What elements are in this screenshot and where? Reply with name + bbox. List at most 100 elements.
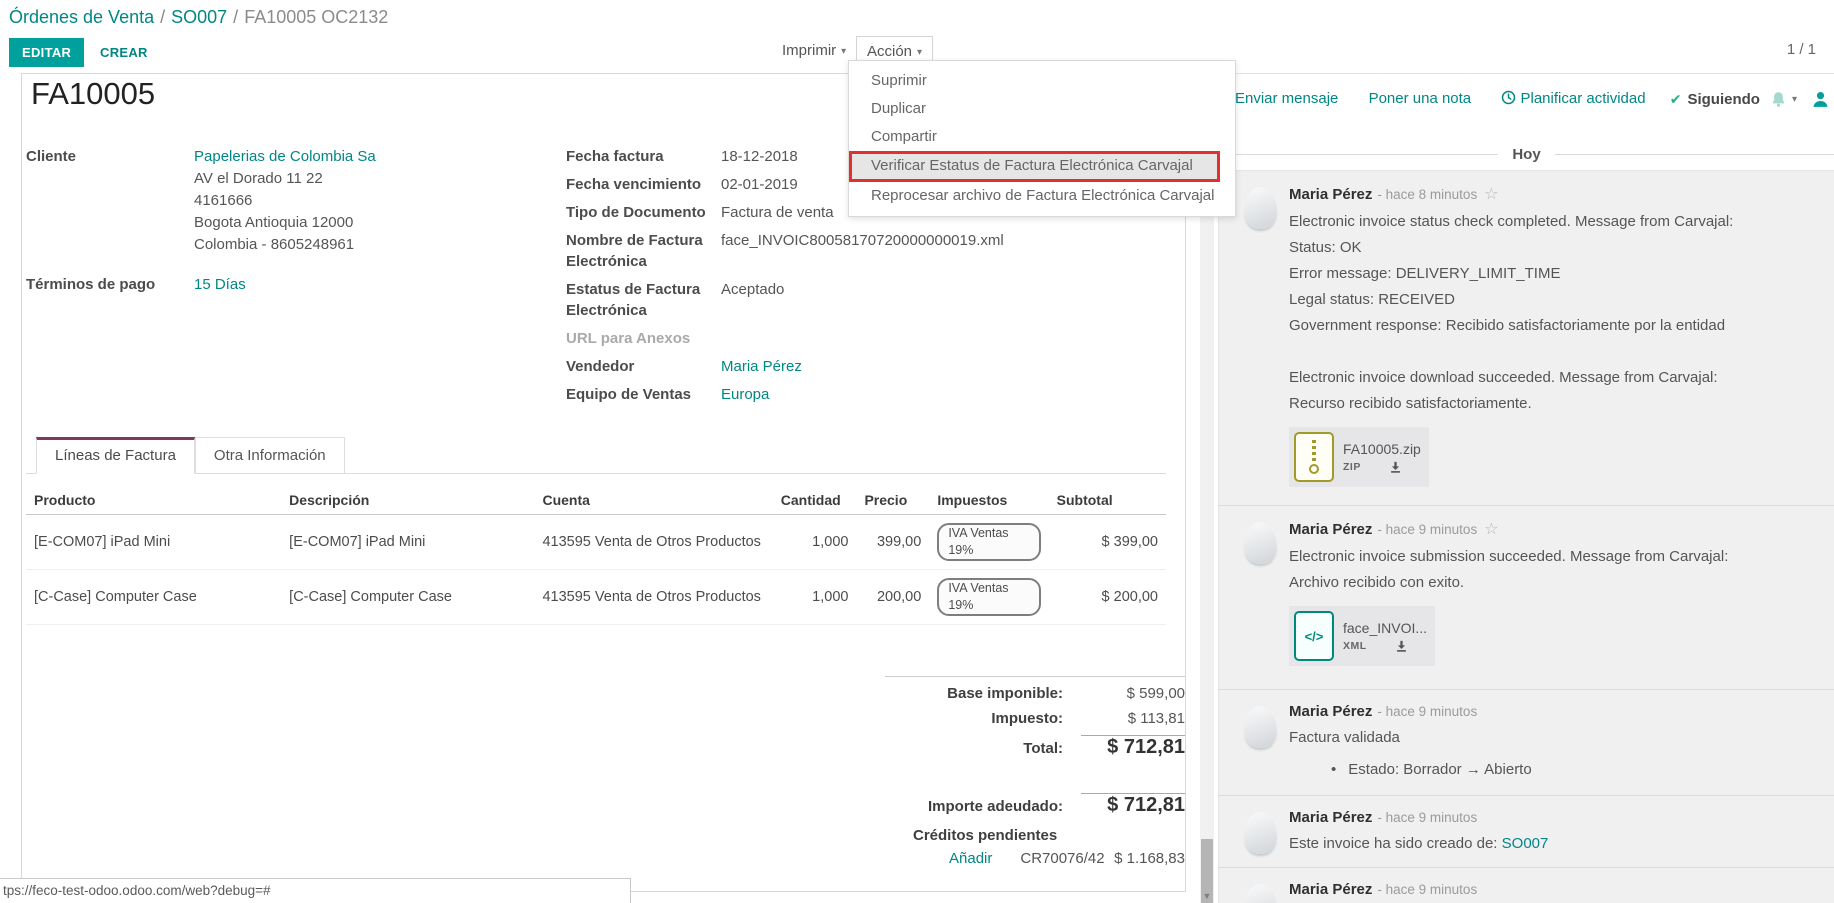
send-message-button[interactable]: Enviar mensaje (1235, 90, 1338, 107)
cell-cantidad: 1,000 (773, 570, 857, 625)
message-author[interactable]: Maria Pérez (1289, 703, 1372, 720)
total-value: $ 712,81 (1081, 735, 1185, 759)
document-type-value: Factura de venta (721, 202, 834, 223)
message-line: Error message: DELIVERY_LIMIT_TIME (1289, 261, 1812, 287)
message-author[interactable]: Maria Pérez (1289, 881, 1372, 898)
message-author[interactable]: Maria Pérez (1289, 809, 1372, 826)
tracking-change: •Estado: Borrador → Abierto (1331, 757, 1812, 783)
zip-icon (1294, 432, 1334, 482)
table-row[interactable]: [C-Case] Computer Case [C-Case] Computer… (26, 570, 1166, 625)
scrollbar-down-arrow[interactable]: ▼ (1200, 891, 1214, 901)
customer-address-line: AV el Dorado 11 22 (194, 168, 376, 189)
tax-badge: IVA Ventas 19% (937, 523, 1040, 561)
attachment-xml[interactable]: </> face_INVOI... XML (1289, 606, 1435, 666)
menu-item-reprocesar-archivo[interactable]: Reprocesar archivo de Factura Electrónic… (849, 182, 1235, 210)
edit-button[interactable]: EDITAR (9, 38, 84, 67)
invoice-date-value: 18-12-2018 (721, 146, 798, 167)
following-button[interactable]: Siguiendo (1687, 91, 1760, 108)
avatar (1244, 812, 1277, 854)
avatar (1244, 884, 1277, 903)
attachment-filename: face_INVOI... (1343, 620, 1427, 636)
payment-terms-link[interactable]: 15 Días (194, 274, 246, 295)
cell-precio: 200,00 (856, 570, 929, 625)
download-icon[interactable] (1395, 640, 1408, 653)
message-timestamp: - hace 8 minutos (1377, 187, 1477, 202)
date-separator: Hoy (1219, 146, 1834, 163)
invoice-date-label: Fecha factura (566, 146, 721, 167)
avatar (1244, 522, 1277, 564)
message-timestamp: - hace 9 minutos (1377, 882, 1477, 897)
bell-icon[interactable] (1770, 91, 1787, 108)
attachment-zip[interactable]: FA10005.zip ZIP (1289, 427, 1429, 487)
avatar (1244, 187, 1277, 229)
star-icon[interactable]: ☆ (1484, 521, 1498, 538)
download-icon[interactable] (1389, 461, 1402, 474)
message-author[interactable]: Maria Pérez (1289, 521, 1372, 538)
add-credit-link[interactable]: Añadir (949, 850, 992, 867)
breadcrumb-separator: / (233, 7, 238, 27)
create-button[interactable]: CREAR (90, 38, 158, 67)
menu-item-verificar-estatus[interactable]: Verificar Estatus de Factura Electrónica… (849, 151, 1220, 182)
print-dropdown-button[interactable]: Imprimir▾ (772, 36, 856, 66)
message-line: Electronic invoice submission succeeded.… (1289, 544, 1812, 570)
cell-producto: [E-COM07] iPad Mini (26, 515, 281, 570)
credit-row: Añadir CR70076/42 $ 1.168,83 (885, 846, 1185, 871)
customer-address-line: Colombia - 8605248961 (194, 234, 376, 255)
tab-lineas-de-factura[interactable]: Líneas de Factura (36, 437, 195, 474)
menu-item-compartir[interactable]: Compartir (849, 123, 1235, 151)
sales-team-link[interactable]: Europa (721, 384, 769, 405)
einvoice-status-value: Aceptado (721, 279, 784, 321)
table-header-row: Producto Descripción Cuenta Cantidad Pre… (26, 486, 1166, 515)
invoice-lines-table: Producto Descripción Cuenta Cantidad Pre… (26, 486, 1166, 625)
customer-label: Cliente (26, 146, 194, 256)
chatter-panel: Enviar mensaje Poner una nota Planificar… (1218, 73, 1834, 903)
due-date-value: 02-01-2019 (721, 174, 798, 195)
message-blank-line (1289, 339, 1812, 365)
menu-item-suprimir[interactable]: Suprimir (849, 67, 1235, 95)
amount-due-value: $ 712,81 (1081, 793, 1185, 817)
breadcrumb-sales-orders[interactable]: Órdenes de Venta (9, 7, 154, 27)
customer-link[interactable]: Papelerias de Colombia Sa (194, 146, 376, 167)
col-cuenta: Cuenta (534, 486, 772, 515)
caret-down-icon[interactable]: ▾ (1792, 94, 1797, 105)
tax-badge: IVA Ventas 19% (937, 578, 1040, 616)
message-line: Electronic invoice status check complete… (1289, 209, 1812, 235)
message-timestamp: - hace 9 minutos (1377, 810, 1477, 825)
pager[interactable]: 1 / 1 (1787, 41, 1816, 58)
customer-address-line: Bogota Antioquia 12000 (194, 212, 376, 233)
message: Maria Pérez- hace 9 minutos Factura crea… (1219, 868, 1834, 903)
message-author[interactable]: Maria Pérez (1289, 186, 1372, 203)
odoo-invoice-screen: Órdenes de Venta / SO007 / FA10005 OC2132 ED… (0, 0, 1834, 903)
message-line: Government response: Recibido satisfacto… (1289, 313, 1812, 339)
col-cantidad: Cantidad (773, 486, 857, 515)
breadcrumb-separator: / (160, 7, 165, 27)
link-preview-statusbar: tps://feco-test-odoo.odoo.com/web?debug=… (0, 878, 631, 903)
amount-due-label: Importe adeudado: (885, 798, 1081, 815)
due-date-label: Fecha vencimiento (566, 174, 721, 195)
message: Maria Pérez- hace 9 minutos☆ Electronic … (1219, 506, 1834, 690)
schedule-activity-button[interactable]: Planificar actividad (1501, 90, 1645, 107)
col-precio: Precio (856, 486, 929, 515)
chatter-header: Enviar mensaje Poner una nota Planificar… (1219, 86, 1834, 114)
log-note-button[interactable]: Poner una nota (1369, 90, 1472, 107)
attachment-type: XML (1343, 640, 1367, 652)
breadcrumb-so007[interactable]: SO007 (171, 7, 227, 27)
table-row[interactable]: [E-COM07] iPad Mini [E-COM07] iPad Mini … (26, 515, 1166, 570)
salesperson-link[interactable]: Maria Pérez (721, 356, 802, 377)
cell-subtotal: $ 399,00 (1049, 515, 1166, 570)
caret-down-icon: ▾ (917, 47, 922, 58)
source-order-link[interactable]: SO007 (1502, 835, 1549, 852)
star-icon[interactable]: ☆ (1484, 186, 1498, 203)
person-icon[interactable] (1811, 90, 1830, 108)
breadcrumb: Órdenes de Venta / SO007 / FA10005 OC2132 (9, 7, 388, 28)
credit-reference[interactable]: CR70076/42 (1020, 850, 1104, 867)
attachments-url-label: URL para Anexos (566, 328, 721, 349)
breadcrumb-current: FA10005 OC2132 (244, 7, 388, 27)
avatar (1244, 706, 1277, 748)
menu-item-duplicar[interactable]: Duplicar (849, 95, 1235, 123)
totals-panel: Base imponible:$ 599,00 Impuesto:$ 113,8… (885, 674, 1185, 871)
salesperson-label: Vendedor (566, 356, 721, 377)
tab-otra-informacion[interactable]: Otra Información (195, 437, 345, 474)
document-type-label: Tipo de Documento (566, 202, 721, 223)
einvoice-name-label: Nombre de Factura Electrónica (566, 230, 721, 272)
